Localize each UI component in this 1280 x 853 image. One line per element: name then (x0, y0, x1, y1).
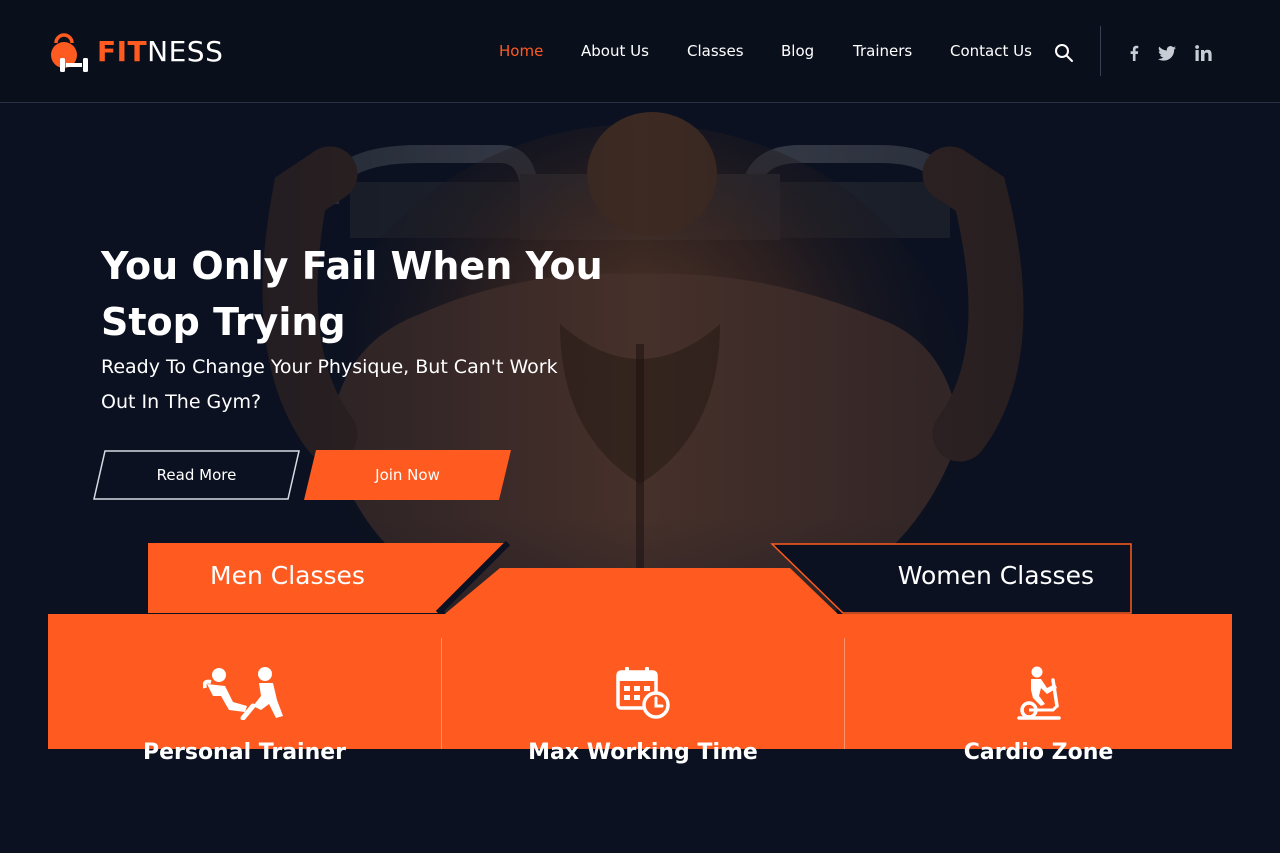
nav-trainers[interactable]: Trainers (853, 40, 912, 62)
linkedin-icon[interactable] (1193, 43, 1213, 63)
exercise-bike-icon (994, 666, 1084, 720)
main-nav: Home About Us Classes Blog Trainers Cont… (0, 40, 1280, 64)
hero-subtitle: Ready To Change Your Physique, But Can't… (101, 350, 621, 420)
calendar-clock-icon (598, 666, 688, 720)
join-now-label: Join Now (375, 466, 440, 484)
hero-title-line-1: You Only Fail When You (101, 244, 603, 288)
features-panel: Personal Trainer Max Working Time Cardio… (48, 614, 1232, 765)
hero-subtitle-line-2: Out In The Gym? (101, 391, 262, 413)
feature-cardio-zone-label: Cardio Zone (963, 740, 1114, 765)
trainer-icon (200, 666, 290, 720)
nav-blog[interactable]: Blog (781, 40, 814, 62)
nav-contact-us[interactable]: Contact Us (950, 40, 1032, 62)
tab-women-classes[interactable]: Women Classes (772, 538, 1132, 612)
header-divider (1100, 26, 1101, 76)
feature-cardio-zone[interactable]: Cardio Zone (845, 614, 1232, 765)
twitter-icon[interactable] (1157, 43, 1177, 63)
join-now-button[interactable]: Join Now (304, 450, 511, 500)
hero-subtitle-line-1: Ready To Change Your Physique, But Can't… (101, 356, 558, 378)
nav-home[interactable]: Home (499, 40, 543, 62)
read-more-label: Read More (156, 466, 237, 484)
search-icon[interactable] (1053, 42, 1075, 64)
feature-max-working-time[interactable]: Max Working Time (442, 614, 844, 765)
feature-personal-trainer[interactable]: Personal Trainer (48, 614, 441, 765)
nav-about-us[interactable]: About Us (581, 40, 649, 62)
facebook-icon[interactable] (1127, 43, 1141, 63)
feature-personal-trainer-label: Personal Trainer (142, 740, 347, 765)
hero-title: You Only Fail When You Stop Trying (101, 238, 661, 350)
tab-men-classes[interactable]: Men Classes (148, 538, 508, 612)
feature-max-working-time-label: Max Working Time (528, 740, 758, 765)
read-more-button[interactable]: Read More (93, 450, 300, 500)
hero-title-line-2: Stop Trying (101, 300, 346, 344)
site-header: FITNESS Home About Us Classes Blog Train… (0, 0, 1280, 103)
nav-classes[interactable]: Classes (687, 40, 744, 62)
